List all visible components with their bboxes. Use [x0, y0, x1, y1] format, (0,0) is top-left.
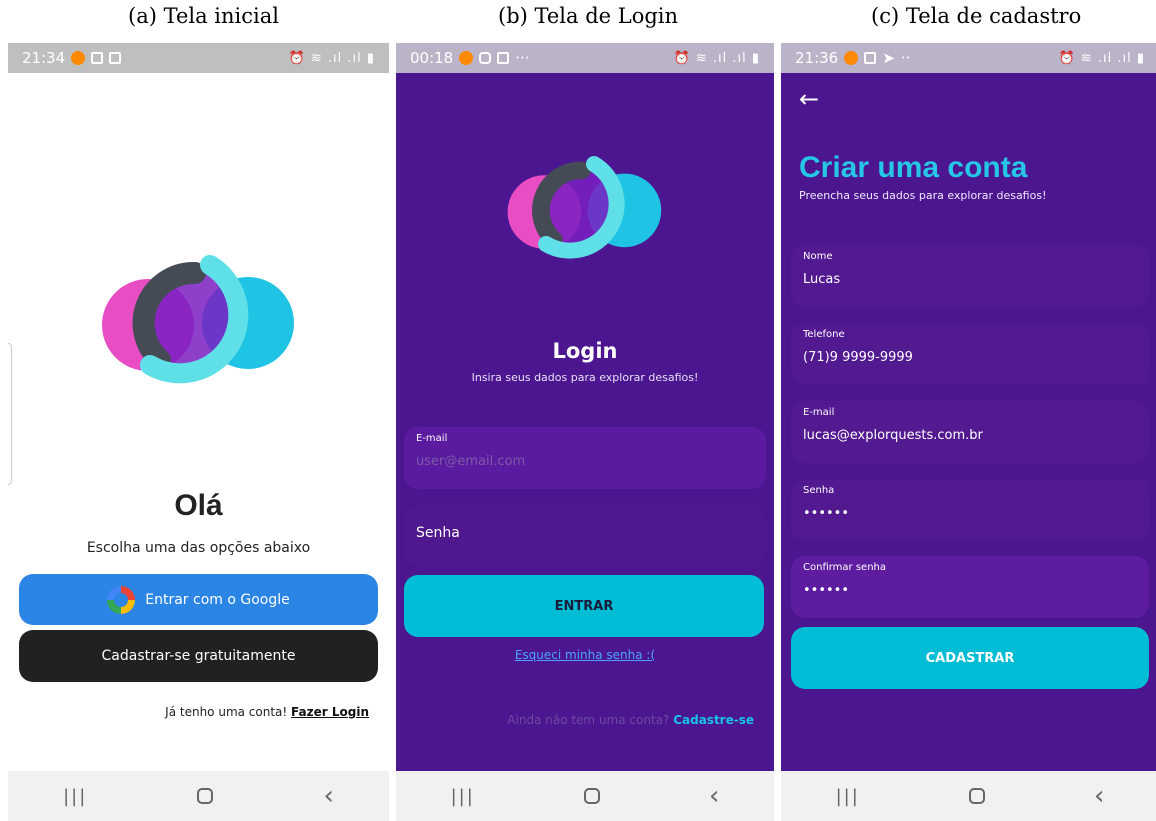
app-logo — [102, 255, 294, 384]
status-time: 21:36 — [795, 49, 839, 67]
recent-apps-icon[interactable]: ||| — [836, 786, 860, 807]
field-value: Lucas — [803, 272, 841, 287]
system-navbar: ||| ‹ — [8, 771, 389, 821]
back-icon[interactable]: ‹ — [324, 781, 334, 811]
signup-link[interactable]: Cadastre-se — [673, 713, 754, 727]
signal-wifi-battery-icon: ⏰ ≋ .ıl .ıl ▮ — [288, 50, 375, 66]
screen-register: 21:36 ➤ ·· ⏰ ≋ .ıl .ıl ▮ ← Criar uma con… — [781, 43, 1156, 821]
instagram-icon — [479, 52, 492, 64]
telegram-icon: ➤ — [882, 49, 895, 67]
home-icon[interactable] — [968, 788, 985, 804]
email-field[interactable]: E-mail user@email.com — [404, 427, 766, 489]
password-field[interactable]: Senha •••••• — [791, 479, 1149, 541]
page-subtitle: Insira seus dados para explorar desafios… — [471, 371, 699, 384]
google-icon — [107, 585, 136, 614]
status-time: 21:34 — [22, 49, 66, 67]
page-title: Criar uma conta — [799, 151, 1028, 184]
login-prompt: Já tenho uma conta! Fazer Login — [165, 705, 369, 719]
login-link[interactable]: Fazer Login — [291, 705, 369, 719]
field-label: E-mail — [803, 407, 835, 418]
login-submit-button[interactable]: ENTRAR — [404, 575, 764, 637]
notification-icon — [844, 51, 859, 65]
email-field[interactable]: E-mail lucas@explorquests.com.br — [791, 401, 1149, 463]
field-label: Telefone — [803, 329, 845, 340]
name-field[interactable]: Nome Lucas — [791, 245, 1149, 307]
notification-icon — [91, 52, 104, 64]
more-notifications-icon: ·· — [900, 49, 911, 67]
email-label: E-mail — [416, 433, 448, 444]
no-account-text: Ainda não tem uma conta? — [507, 713, 670, 727]
instruction-text: Escolha uma das opções abaixo — [86, 540, 311, 556]
status-bar: 21:34 ⏰ ≋ .ıl .ıl ▮ — [8, 43, 389, 73]
system-navbar: ||| ‹ — [781, 771, 1156, 821]
signup-prompt: Ainda não tem uma conta? Cadastre-se — [507, 713, 754, 727]
home-icon[interactable] — [583, 788, 600, 804]
email-placeholder: user@email.com — [416, 454, 526, 469]
notification-icon — [109, 52, 122, 64]
status-time: 00:18 — [410, 49, 454, 67]
edge-panel-handle[interactable] — [8, 343, 12, 485]
phone-field[interactable]: Telefone (71)9 9999-9999 — [791, 323, 1149, 385]
app-logo — [507, 156, 662, 259]
screen-login: 00:18 ··· ⏰ ≋ .ıl .ıl ▮ Login Insira seu… — [396, 43, 774, 821]
system-navbar: ||| ‹ — [396, 771, 774, 821]
status-bar: 21:36 ➤ ·· ⏰ ≋ .ıl .ıl ▮ — [781, 43, 1156, 73]
register-submit-button[interactable]: CADASTRAR — [791, 627, 1149, 689]
status-bar: 00:18 ··· ⏰ ≋ .ıl .ıl ▮ — [396, 43, 774, 73]
recent-apps-icon[interactable]: ||| — [63, 786, 87, 807]
login-submit-label: ENTRAR — [554, 598, 614, 614]
back-icon[interactable]: ‹ — [1094, 781, 1104, 811]
field-value: •••••• — [803, 583, 850, 598]
caption-a: (a) Tela inicial — [128, 4, 279, 28]
caption-b: (b) Tela de Login — [498, 4, 679, 28]
gallery-icon — [497, 52, 510, 64]
field-value: •••••• — [803, 506, 850, 521]
register-submit-label: CADASTRAR — [925, 650, 1015, 666]
confirm-password-field[interactable]: Confirmar senha •••••• — [791, 556, 1149, 618]
field-value: (71)9 9999-9999 — [803, 350, 913, 365]
field-label: Confirmar senha — [803, 562, 886, 573]
google-button-label: Entrar com o Google — [145, 591, 290, 608]
home-icon[interactable] — [197, 788, 214, 804]
register-button-label: Cadastrar-se gratuitamente — [101, 648, 296, 664]
notification-icon — [71, 51, 86, 65]
password-field[interactable]: Senha — [404, 505, 766, 567]
caption-c: (c) Tela de cadastro — [871, 4, 1082, 28]
signal-wifi-battery-icon: ⏰ ≋ .ıl .ıl ▮ — [1058, 50, 1145, 66]
page-title: Login — [552, 339, 618, 363]
gallery-icon — [864, 52, 877, 64]
page-subtitle: Preencha seus dados para explorar desafi… — [799, 189, 1047, 202]
google-signin-button[interactable]: Entrar com o Google — [19, 574, 378, 625]
field-label: Senha — [803, 485, 835, 496]
password-placeholder: Senha — [416, 525, 460, 541]
field-label: Nome — [803, 251, 833, 262]
signal-wifi-battery-icon: ⏰ ≋ .ıl .ıl ▮ — [673, 50, 760, 66]
back-arrow-icon[interactable]: ← — [799, 85, 819, 113]
screen-initial: 21:34 ⏰ ≋ .ıl .ıl ▮ Olá Escolha uma das … — [8, 43, 389, 821]
forgot-password-link[interactable]: Esqueci minha senha :( — [396, 648, 774, 662]
greeting-heading: Olá — [174, 489, 223, 522]
register-button[interactable]: Cadastrar-se gratuitamente — [19, 630, 378, 682]
field-value: lucas@explorquests.com.br — [803, 428, 983, 443]
back-icon[interactable]: ‹ — [709, 781, 719, 811]
recent-apps-icon[interactable]: ||| — [451, 786, 475, 807]
have-account-text: Já tenho uma conta! — [165, 705, 288, 719]
more-notifications-icon: ··· — [515, 49, 530, 67]
notification-icon — [459, 51, 474, 65]
